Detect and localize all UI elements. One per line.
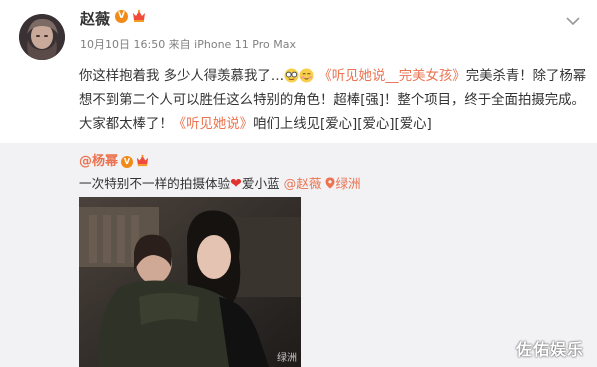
mention-link[interactable]: @赵薇 [284, 176, 322, 191]
repost-verified-badge-icon: V [121, 156, 134, 168]
content-text-3: 咱们上线见[爱心][爱心][爱心] [253, 117, 432, 132]
glasses-emoji-icon [284, 68, 299, 83]
shy-emoji-icon [299, 68, 314, 83]
post-meta: 10月10日 16:50 来自 iPhone 11 Pro Max [80, 38, 296, 51]
photo-watermark: 绿洲 [277, 353, 297, 364]
site-watermark: 佐佑娱乐 [516, 340, 585, 359]
location-link[interactable]: 绿洲 [335, 176, 360, 191]
post-content: 你这样抱着我 多少人得羡慕我了… 《听见她说__完美女孩》完美杀青！除了杨幂想不… [79, 65, 587, 137]
repost-text-1: 一次特别不一样的拍摄体验 [79, 176, 231, 191]
location-pin-icon [325, 177, 335, 189]
repost-photo[interactable]: 绿洲 [79, 197, 301, 367]
topic-link-hear-her[interactable]: 《听见她说》 [173, 117, 253, 132]
repost-text-2: 爱小蓝 [241, 176, 280, 191]
topic-link-perfect-girl[interactable]: 《听见她说__完美女孩》 [318, 69, 465, 84]
verified-badge-icon: V [115, 10, 128, 23]
repost-text: 一次特别不一样的拍摄体验❤爱小蓝 @赵薇 绿洲 [79, 173, 361, 192]
weibo-post: 赵薇 V 10月10日 16:50 来自 iPhone 11 Pro Max 你… [0, 0, 597, 367]
chevron-down-icon[interactable] [565, 15, 581, 27]
repost-author[interactable]: @杨幂 [79, 154, 118, 169]
repost-box: @杨幂 V 一次特别不一样的拍摄体验❤爱小蓝 @赵薇 绿洲 绿洲 [0, 143, 597, 367]
repost-header: @杨幂 V [79, 150, 150, 169]
user-avatar[interactable] [19, 14, 65, 60]
repost-vip-crown-icon [136, 154, 149, 167]
post-username[interactable]: 赵薇 [80, 8, 110, 29]
content-text-1: 你这样抱着我 多少人得羡慕我了… [79, 69, 285, 84]
heart-icon: ❤ [230, 176, 242, 192]
vip-crown-icon [133, 9, 145, 22]
